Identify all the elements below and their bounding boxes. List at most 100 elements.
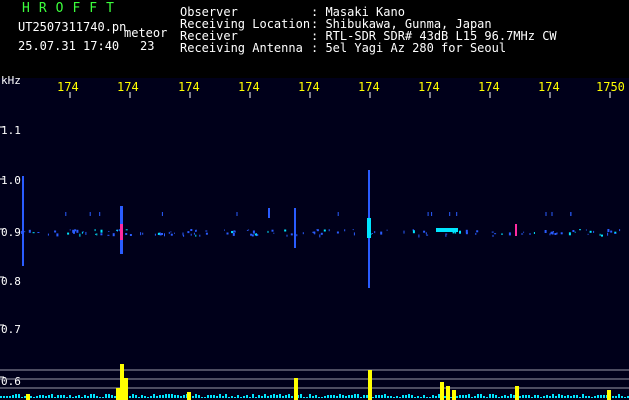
signal-dot xyxy=(96,233,98,236)
meter-bar xyxy=(54,397,56,398)
signal-dot xyxy=(286,234,288,237)
meter-bar xyxy=(78,395,80,398)
signal-dot xyxy=(352,229,354,231)
meter-bar xyxy=(207,395,209,398)
meter-bar xyxy=(264,394,266,398)
meter-bar xyxy=(324,396,326,398)
meter-bar xyxy=(411,395,413,398)
meter-bar xyxy=(600,395,602,398)
meter-bar xyxy=(462,395,464,398)
meter-bar xyxy=(477,394,479,398)
signal-dot xyxy=(190,229,193,231)
meter-bar xyxy=(504,395,506,398)
meter-bar xyxy=(444,396,446,398)
meter-bar xyxy=(234,397,236,398)
meter-bar xyxy=(87,396,89,398)
signal-dot xyxy=(100,233,103,236)
meter-bar xyxy=(594,396,596,398)
signal-dot xyxy=(100,229,103,233)
meter-bar xyxy=(60,395,62,398)
signal-dot xyxy=(248,229,250,231)
meter-bar xyxy=(42,395,44,398)
meter-bar xyxy=(48,395,50,398)
signal-dot xyxy=(610,230,613,233)
signal-dot xyxy=(607,229,610,232)
meter-bar xyxy=(567,395,569,398)
signal-dot xyxy=(284,229,287,232)
signal-dot xyxy=(614,233,617,234)
meter-bar xyxy=(498,397,500,398)
meter-peak xyxy=(116,388,120,400)
meter-bar xyxy=(288,394,290,398)
meter-peak xyxy=(124,378,128,400)
signal-dot xyxy=(475,232,477,235)
meter-bar xyxy=(420,397,422,398)
meter-bar xyxy=(105,394,107,398)
signal-dot xyxy=(589,230,592,233)
meter-bar xyxy=(258,395,260,398)
signal-dot xyxy=(313,231,316,234)
meter-peak xyxy=(515,386,519,400)
meter-bar xyxy=(492,394,494,398)
meter-bar xyxy=(465,395,467,398)
signal-dot xyxy=(157,232,160,235)
meter-bar xyxy=(327,395,329,398)
signal-trace xyxy=(268,208,270,218)
meter-bar xyxy=(402,395,404,398)
meter-bar xyxy=(429,397,431,398)
meter-bar xyxy=(612,396,614,398)
meter-bar xyxy=(285,395,287,398)
meter-bar xyxy=(108,394,110,398)
meter-bar xyxy=(255,397,257,398)
meter-bar xyxy=(333,395,335,398)
meter-bar xyxy=(132,394,134,398)
meter-bar xyxy=(72,397,74,398)
signal-dot xyxy=(521,233,524,235)
meter-bar xyxy=(435,396,437,398)
meter-bar xyxy=(585,396,587,398)
signal-dot xyxy=(427,212,429,216)
signal-dot xyxy=(99,212,101,216)
meter-bar xyxy=(495,395,497,398)
signal-dot xyxy=(116,229,119,231)
meter-bar xyxy=(159,395,161,398)
signal-dot xyxy=(231,231,234,234)
meter-bar xyxy=(591,397,593,398)
meter-bar xyxy=(267,396,269,398)
meter-bar xyxy=(243,396,245,398)
meter-bar xyxy=(162,395,164,398)
signal-dot xyxy=(187,231,190,234)
meter-bar xyxy=(588,396,590,398)
meter-bar xyxy=(21,397,23,398)
signal-dot xyxy=(302,232,304,235)
meter-bar xyxy=(531,397,533,398)
signal-dot xyxy=(296,234,298,237)
signal-dot xyxy=(190,233,192,236)
meter-bar xyxy=(528,395,530,398)
signal-dot xyxy=(161,212,163,216)
signal-dot xyxy=(533,232,535,234)
signal-dot xyxy=(232,232,235,236)
signal-dot xyxy=(125,229,128,231)
signal-dot xyxy=(79,233,81,237)
signal-dot xyxy=(125,233,128,235)
signal-dot xyxy=(328,229,330,232)
meter-bar xyxy=(480,394,482,398)
meter-bar xyxy=(432,395,434,398)
meter-bar xyxy=(570,396,572,398)
meter-bar xyxy=(549,396,551,398)
meter-bar xyxy=(231,396,233,398)
signal-dot xyxy=(599,233,601,236)
signal-dot xyxy=(95,233,97,235)
antenna-value: : 5el Yagi Az 280 for Seoul xyxy=(311,41,507,55)
meter-bar xyxy=(276,395,278,398)
signal-dot xyxy=(556,232,558,235)
meter-bar xyxy=(9,396,11,398)
signal-dot xyxy=(572,230,575,232)
meter-bar xyxy=(486,397,488,398)
meter-bar xyxy=(483,396,485,398)
meter-bar xyxy=(525,395,527,398)
signal-dot xyxy=(254,233,257,236)
signal-dot xyxy=(252,230,255,234)
signal-dot xyxy=(195,229,197,232)
